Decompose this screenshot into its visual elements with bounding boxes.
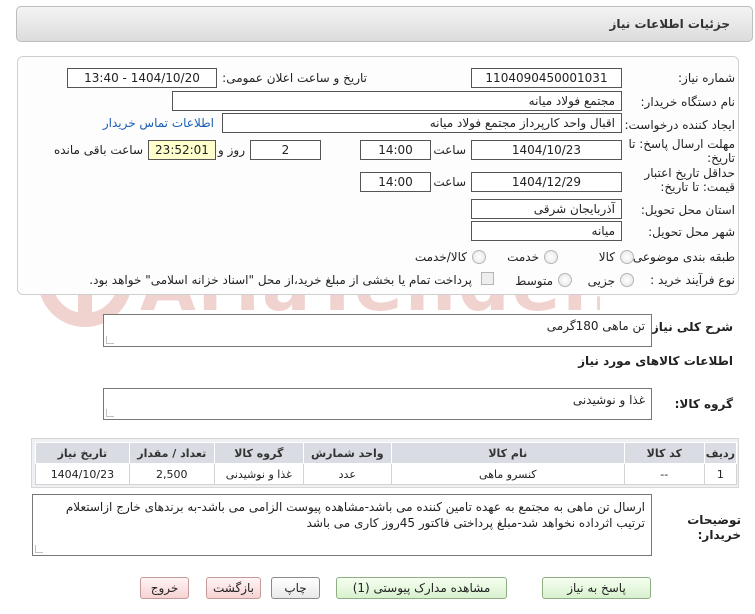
- cell-name: کنسرو ماهی: [390, 463, 625, 485]
- resize-grip-icon: [35, 545, 43, 553]
- summary-field: تن ماهی 180گرمی: [103, 314, 652, 347]
- buyer-label: نام دستگاه خریدار:: [640, 95, 736, 109]
- process-medium-radio[interactable]: [558, 273, 572, 287]
- col-qty: تعداد / مقدار: [128, 442, 215, 464]
- group-text: غذا و نوشیدنی: [572, 393, 645, 407]
- validity-time-label: ساعت: [433, 175, 466, 189]
- process-medium-label: متوسط: [515, 274, 553, 288]
- cell-qty: 2,500: [128, 463, 215, 485]
- reply-button[interactable]: پاسخ به نیاز: [542, 577, 651, 599]
- province-field: آذربایجان شرقی: [471, 199, 622, 219]
- days-field: 2: [250, 140, 321, 160]
- resize-grip-icon: [106, 409, 114, 417]
- validity-date-field: 1404/12/29: [471, 172, 622, 192]
- need-number-label: شماره نیاز:: [678, 71, 735, 85]
- cell-unit: عدد: [302, 463, 392, 485]
- category-service-label: خدمت: [507, 250, 539, 264]
- validity-label: حداقل تاریخ اعتبار قیمت: تا تاریخ:: [644, 166, 735, 194]
- summary-label: شرح کلی نیاز:: [647, 320, 733, 334]
- province-label: استان محل تحویل:: [640, 203, 735, 217]
- deadline-time-label: ساعت: [433, 143, 466, 157]
- notes-field: ارسال تن ماهی به مجتمع به عهده تامین کنن…: [32, 494, 652, 556]
- cell-group: غذا و نوشیدنی: [213, 463, 304, 485]
- category-both-label: کالا/خدمت: [414, 250, 467, 264]
- city-field: میانه: [471, 221, 622, 241]
- print-button[interactable]: چاپ: [271, 577, 320, 599]
- col-date: تاریخ نیاز: [35, 442, 130, 464]
- announce-field: 1404/10/20 - 13:40: [67, 68, 217, 88]
- col-group: گروه کالا: [213, 442, 304, 464]
- table-header-row: ردیف کد کالا نام کالا واحد شمارش گروه کا…: [35, 442, 738, 464]
- category-both-radio[interactable]: [472, 250, 486, 264]
- announce-label: تاریخ و ساعت اعلان عمومی:: [222, 71, 367, 85]
- buyer-contact-link[interactable]: اطلاعات تماس خریدار: [103, 116, 214, 130]
- days-label: روز و: [218, 143, 245, 157]
- table-row[interactable]: 1 -- کنسرو ماهی عدد غذا و نوشیدنی 2,500 …: [35, 463, 738, 485]
- page-header: جزئیات اطلاعات نیاز: [16, 6, 753, 42]
- attachments-button[interactable]: مشاهده مدارک پیوستی (1): [336, 577, 507, 599]
- summary-text: تن ماهی 180گرمی: [546, 319, 645, 333]
- process-minor-radio[interactable]: [620, 273, 634, 287]
- page-title: جزئیات اطلاعات نیاز: [609, 17, 730, 31]
- cell-row: 1: [703, 463, 738, 485]
- group-label: گروه کالا:: [674, 397, 733, 411]
- validity-time-field: 14:00: [360, 172, 431, 192]
- cell-code: --: [623, 463, 705, 485]
- need-number-field: 1104090450001031: [471, 68, 622, 88]
- exit-button[interactable]: خروج: [140, 577, 189, 599]
- category-service-radio[interactable]: [544, 250, 558, 264]
- treasury-checkbox[interactable]: [481, 272, 494, 285]
- notes-text: ارسال تن ماهی به مجتمع به عهده تامین کنن…: [65, 500, 645, 530]
- group-field: غذا و نوشیدنی: [103, 388, 652, 420]
- category-goods-radio[interactable]: [620, 250, 634, 264]
- deadline-date-field: 1404/10/23: [471, 140, 622, 160]
- creator-field: اقبال واحد کارپرداز مجتمع فولاد میانه: [222, 113, 622, 133]
- process-label: نوع فرآیند خرید :: [650, 273, 735, 287]
- notes-label: توضیحات خریدار:: [687, 513, 741, 542]
- creator-label: ایجاد کننده درخواست:: [624, 118, 735, 132]
- city-label: شهر محل تحویل:: [648, 225, 735, 239]
- goods-section-title: اطلاعات کالاهای مورد نیاز: [578, 354, 733, 368]
- category-label: طبقه بندی موضوعی:: [628, 250, 735, 264]
- buyer-field: مجتمع فولاد میانه: [172, 91, 622, 111]
- remaining-time-field: 23:52:01: [148, 140, 216, 160]
- col-name: نام کالا: [390, 442, 625, 464]
- col-row: ردیف: [703, 442, 738, 464]
- items-table: ردیف کد کالا نام کالا واحد شمارش گروه کا…: [31, 438, 739, 488]
- remaining-label: ساعت باقی مانده: [53, 143, 143, 157]
- resize-grip-icon: [106, 336, 114, 344]
- deadline-label: مهلت ارسال پاسخ: تا تاریخ:: [628, 137, 735, 165]
- process-minor-label: جزیی: [587, 274, 615, 288]
- deadline-time-field: 14:00: [360, 140, 431, 160]
- col-code: کد کالا: [623, 442, 705, 464]
- category-goods-label: کالا: [598, 250, 615, 264]
- treasury-note: پرداخت تمام یا بخشی از مبلغ خرید،از محل …: [89, 273, 472, 287]
- cell-date: 1404/10/23: [35, 463, 130, 485]
- back-button[interactable]: بازگشت: [206, 577, 261, 599]
- col-unit: واحد شمارش: [302, 442, 392, 464]
